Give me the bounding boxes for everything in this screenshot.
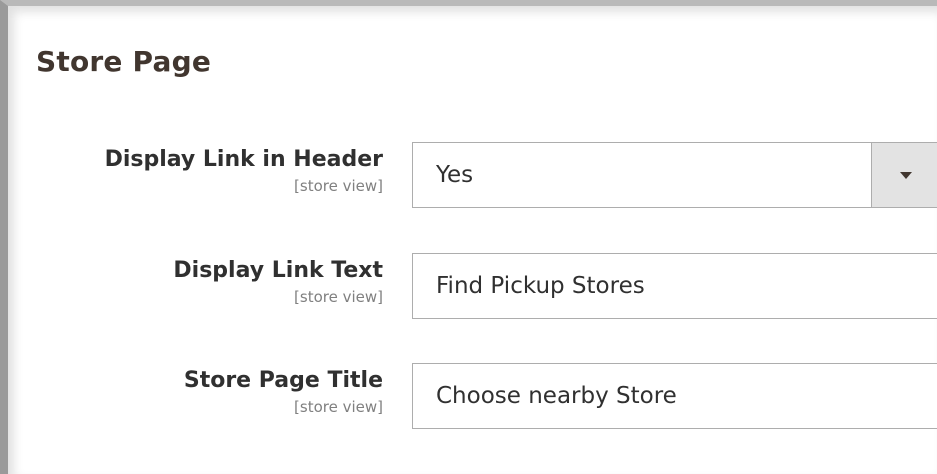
input-value: Find Pickup Stores	[436, 273, 645, 299]
field-label: Display Link Text	[173, 258, 383, 283]
dropdown-button[interactable]	[871, 143, 937, 207]
field-row-display-link-in-header: Display Link in Header [store view] Yes	[8, 142, 937, 208]
field-label-group: Store Page Title [store view]	[184, 367, 383, 417]
field-label: Store Page Title	[183, 368, 383, 393]
scope-label: [store view]	[294, 177, 383, 195]
field-row-display-link-text: Display Link Text [store view] Find Pick…	[8, 253, 937, 319]
scope-label: [store view]	[294, 398, 383, 416]
input-value: Choose nearby Store	[436, 383, 677, 409]
display-link-in-header-select[interactable]: Yes	[412, 142, 937, 208]
select-value: Yes	[436, 162, 474, 188]
field-row-store-page-title: Store Page Title [store view] Choose nea…	[8, 363, 937, 429]
field-label-group: Display Link Text [store view]	[173, 257, 383, 307]
display-link-text-input[interactable]: Find Pickup Stores	[412, 253, 937, 319]
config-panel: Store Page Display Link in Header [store…	[0, 0, 937, 474]
field-label: Display Link in Header	[104, 147, 383, 172]
store-page-title-input[interactable]: Choose nearby Store	[412, 363, 937, 429]
chevron-down-icon	[899, 172, 912, 179]
field-label-group: Display Link in Header [store view]	[105, 146, 383, 196]
scope-label: [store view]	[294, 288, 383, 306]
section-title: Store Page	[36, 45, 212, 78]
